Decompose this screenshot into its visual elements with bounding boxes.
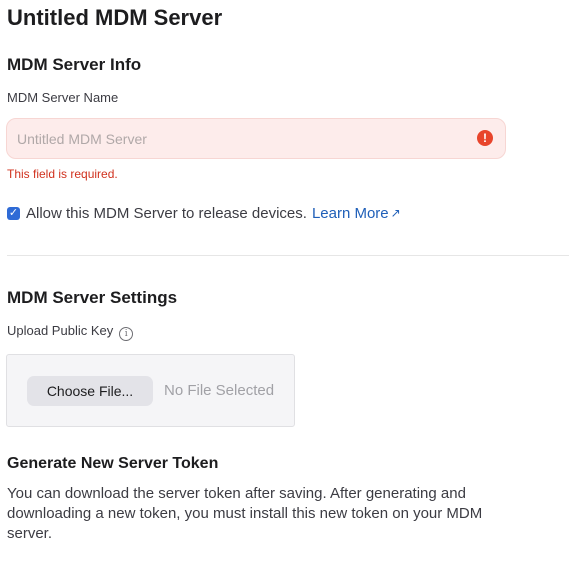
section-title-settings: MDM Server Settings — [7, 288, 178, 307]
allow-release-row: ✓ Allow this MDM Server to release devic… — [7, 203, 401, 223]
no-file-selected-text: No File Selected — [164, 382, 275, 399]
allow-release-checkbox[interactable]: ✓ — [7, 206, 20, 220]
token-description: You can download the server token after … — [7, 485, 483, 542]
upload-key-label-row: Upload Public Key i — [7, 322, 134, 341]
server-name-label: MDM Server Name — [7, 90, 119, 105]
section-title-info: MDM Server Info — [7, 55, 142, 74]
error-icon: ! — [477, 130, 493, 146]
token-section-title: Generate New Server Token — [7, 455, 219, 472]
upload-box: Choose File... No File Selected — [6, 354, 295, 427]
page-title: Untitled MDM Server — [7, 5, 223, 30]
server-name-field-container: ! — [6, 118, 506, 159]
allow-release-label[interactable]: Allow this MDM Server to release devices… — [26, 205, 307, 222]
mdm-server-page: Untitled MDM Server MDM Server Info MDM … — [0, 0, 569, 572]
server-name-input[interactable] — [17, 119, 457, 158]
info-icon[interactable]: i — [119, 327, 134, 341]
field-error-message: This field is required. — [7, 167, 118, 181]
learn-more-link[interactable]: Learn More — [312, 205, 389, 222]
section-divider — [7, 255, 569, 256]
upload-key-label: Upload Public Key — [7, 323, 114, 338]
choose-file-button[interactable]: Choose File... — [27, 376, 153, 406]
external-link-icon[interactable]: ↗ — [391, 206, 401, 220]
